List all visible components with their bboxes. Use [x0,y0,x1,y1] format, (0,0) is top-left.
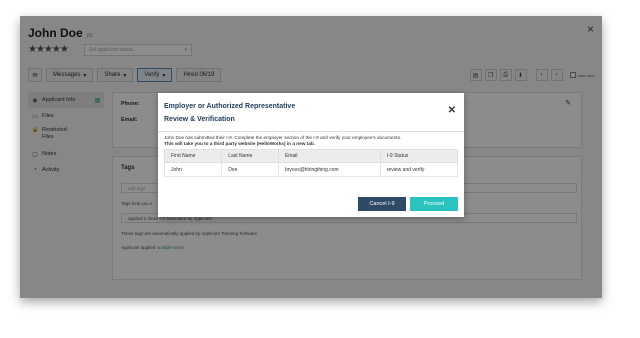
modal-actions: Cancel I-9 Proceed [358,197,458,211]
i9-verification-modal: Employer or Authorized Representative Re… [158,93,464,217]
modal-title-line1: Employer or Authorized Representative [164,103,296,110]
modal-body-text: John Doe has submitted their I-9. Comple… [164,135,402,140]
column-header-i9-status: I-9 Status [379,149,459,163]
close-icon[interactable]: ✕ [448,105,456,116]
modal-title-line2: Review & Verification [164,116,235,123]
proceed-button[interactable]: Proceed [410,197,458,211]
modal-divider [158,131,464,132]
modal-title: Employer or Authorized Representative Re… [164,100,295,126]
modal-description: John Doe has submitted their I-9. Comple… [164,135,458,147]
modal-body-bold: This will take you to a third party webs… [164,141,315,146]
applicant-panel: John Doe (6) × ★★★★★ Set applicant statu… [20,16,602,298]
cancel-i9-button[interactable]: Cancel I-9 [358,197,406,211]
employee-table: First Name Last Name Email I-9 Status Jo… [163,149,459,177]
cell-email: bryces@hiringthing.com [277,162,381,177]
column-header-last-name: Last Name [221,149,279,163]
cell-i9-status: review and verify [379,162,459,177]
column-header-email: Email [277,149,381,163]
table-row: John Doe bryces@hiringthing.com review a… [163,162,459,177]
cell-first-name: John [163,162,223,177]
cell-last-name: Doe [221,162,279,177]
applicant-window: John Doe (6) × ★★★★★ Set applicant statu… [20,16,602,298]
table-header-row: First Name Last Name Email I-9 Status [163,149,459,163]
column-header-first-name: First Name [163,149,223,163]
